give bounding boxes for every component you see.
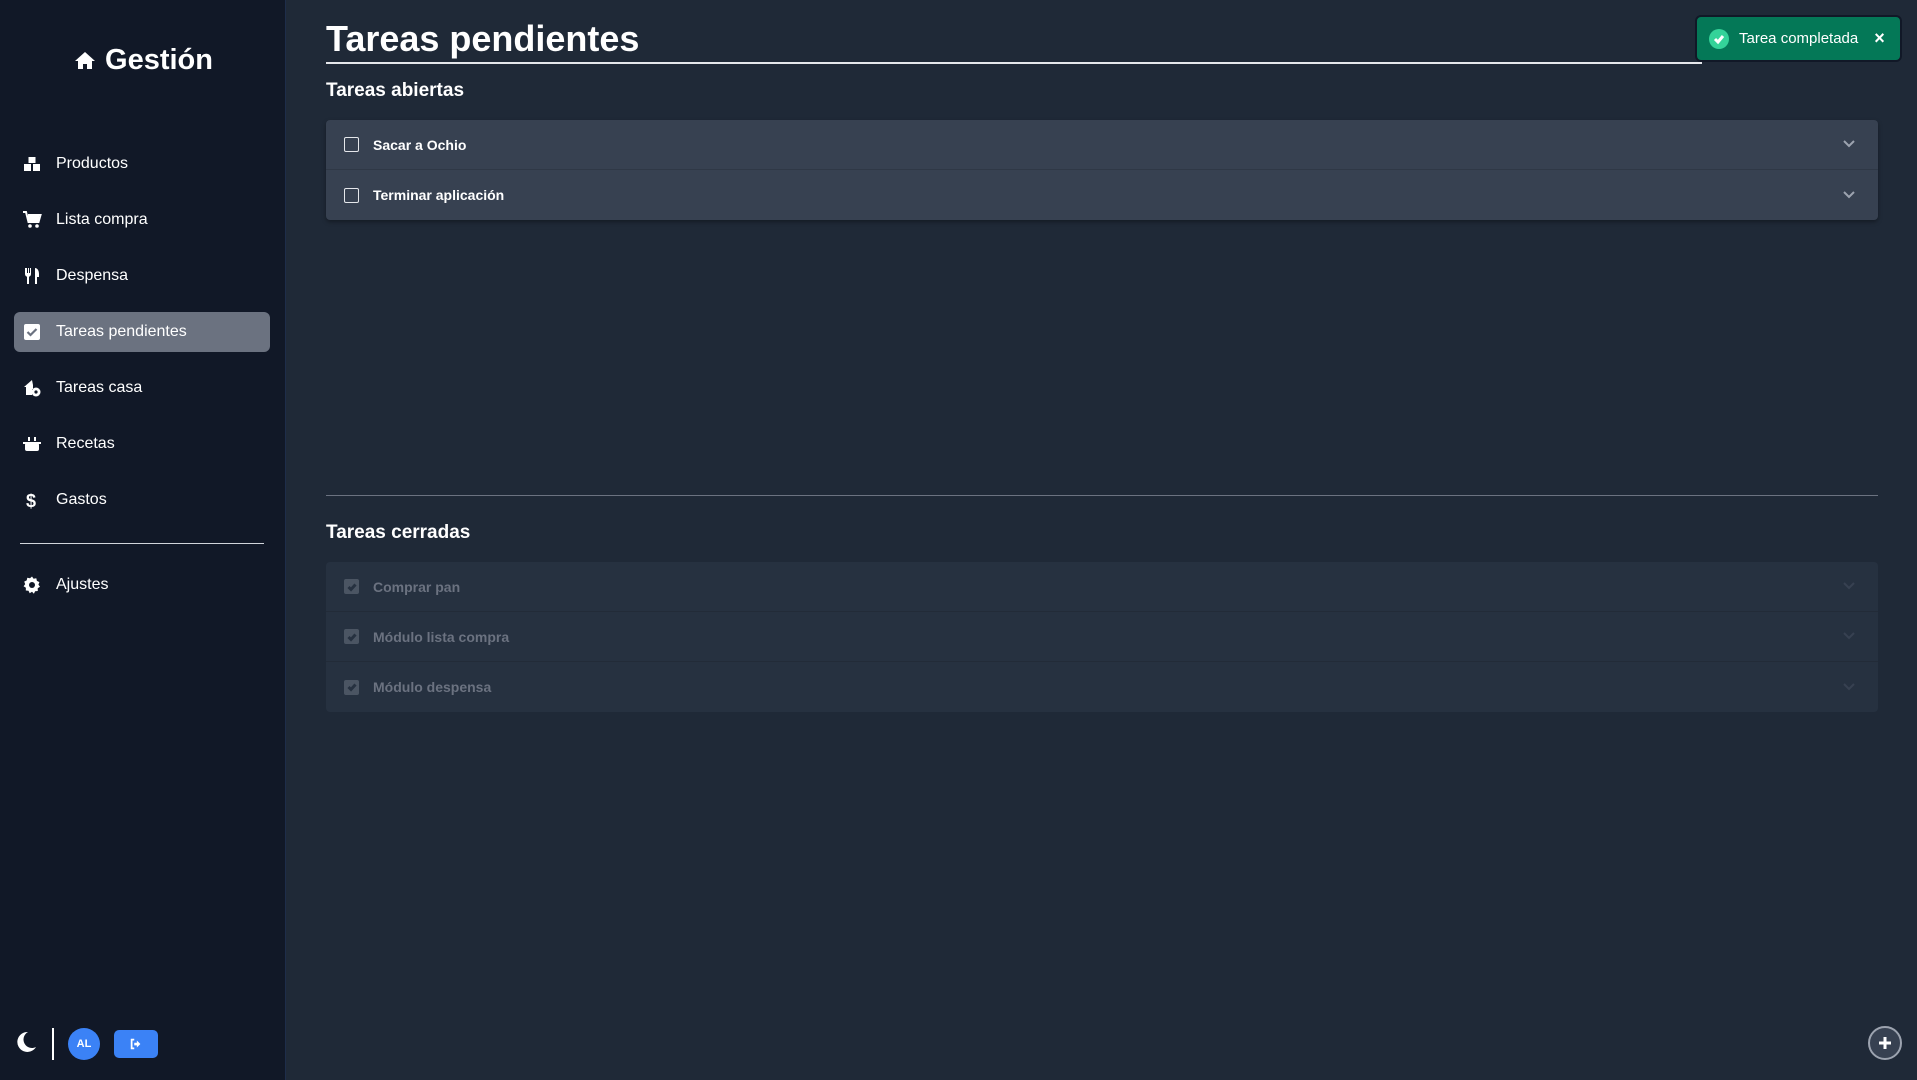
sidebar-footer: AL [14, 1028, 158, 1060]
sidebar-item-label: Productos [56, 155, 129, 172]
plus-icon [1879, 1037, 1891, 1049]
sidebar-item-productos[interactable]: Productos [14, 144, 270, 184]
svg-text:$: $ [26, 491, 36, 510]
task-checkbox-checked[interactable] [344, 679, 359, 695]
sidebar-item-despensa[interactable]: Despensa [14, 256, 270, 296]
task-checkbox-checked[interactable] [344, 579, 359, 594]
task-label: Módulo lista compra [373, 628, 510, 645]
task-label: Sacar a Ochio [373, 136, 467, 153]
sidebar-item-ajustes[interactable]: Ajustes [14, 565, 270, 605]
toast-message: Tarea completada [1739, 30, 1859, 47]
brand-label: Gestión [105, 44, 213, 76]
sidebar-item-label: Tareas pendientes [56, 323, 187, 340]
sidebar-item-recetas[interactable]: Recetas [14, 424, 270, 464]
footer-divider [52, 1028, 54, 1060]
chevron-down-icon[interactable] [1842, 628, 1856, 645]
sidebar-item-label: Gastos [56, 491, 107, 508]
chevron-down-icon[interactable] [1842, 136, 1856, 153]
task-checkbox[interactable] [344, 187, 359, 203]
sidebar-item-tareas-casa[interactable]: Tareas casa [14, 368, 270, 408]
task-row[interactable]: Sacar a Ochio [326, 120, 1878, 170]
sidebar: Gestión Productos Lista compra Despensa … [0, 0, 286, 1080]
open-tasks-title: Tareas abiertas [326, 80, 465, 101]
main-content: Tareas pendientes Tareas abiertas Sacar … [326, 0, 1878, 712]
avatar[interactable]: AL [68, 1028, 100, 1060]
section-divider [326, 495, 1878, 496]
closed-tasks-title: Tareas cerradas [326, 522, 471, 543]
task-checkbox[interactable] [344, 137, 359, 152]
gear-icon [22, 575, 42, 595]
cart-icon [22, 210, 42, 230]
logout-icon [130, 1038, 141, 1050]
task-checkbox-checked[interactable] [344, 629, 359, 644]
check-square-icon [22, 322, 42, 342]
house-gear-icon [22, 378, 42, 398]
boxes-icon [22, 154, 42, 174]
task-row[interactable]: Terminar aplicación [326, 170, 1878, 220]
open-task-list: Sacar a Ochio Terminar aplicación [326, 120, 1878, 220]
task-row[interactable]: Módulo lista compra [326, 612, 1878, 662]
task-label: Terminar aplicación [373, 187, 505, 203]
sidebar-item-tareas-pendientes[interactable]: Tareas pendientes [14, 312, 270, 352]
utensils-icon [22, 266, 42, 286]
toast-notification: Tarea completada × [1695, 15, 1902, 62]
task-row[interactable]: Módulo despensa [326, 662, 1878, 712]
pot-icon [22, 434, 42, 454]
task-label: Comprar pan [373, 578, 461, 595]
sidebar-item-gastos[interactable]: $ Gastos [14, 480, 270, 520]
chevron-down-icon[interactable] [1842, 578, 1856, 595]
closed-section: Tareas cerradas Comprar pan Módulo lista… [326, 522, 1878, 712]
nav-divider [20, 543, 264, 544]
sidebar-item-label: Lista compra [56, 211, 148, 228]
sidebar-item-lista-compra[interactable]: Lista compra [14, 200, 270, 240]
sidebar-item-label: Despensa [56, 267, 129, 284]
check-circle-icon [1709, 28, 1729, 49]
task-row[interactable]: Comprar pan [326, 562, 1878, 612]
home-icon [75, 51, 96, 69]
logout-button[interactable] [114, 1030, 158, 1058]
task-label: Módulo despensa [373, 679, 492, 695]
toast-close-button[interactable]: × [1874, 28, 1885, 49]
sidebar-item-label: Recetas [56, 435, 115, 452]
brand[interactable]: Gestión [0, 44, 286, 77]
sidebar-item-label: Ajustes [56, 576, 109, 593]
add-task-button[interactable] [1868, 1026, 1902, 1060]
dark-mode-toggle[interactable] [14, 1030, 38, 1059]
moon-icon [17, 1031, 36, 1052]
chevron-down-icon[interactable] [1842, 679, 1856, 696]
sidebar-nav: Productos Lista compra Despensa Tareas p… [14, 144, 270, 536]
closed-task-list: Comprar pan Módulo lista compra Módulo d… [326, 562, 1878, 712]
dollar-icon: $ [22, 490, 42, 510]
chevron-down-icon[interactable] [1842, 187, 1856, 204]
page-title: Tareas pendientes [326, 18, 1702, 64]
sidebar-item-label: Tareas casa [56, 379, 143, 396]
